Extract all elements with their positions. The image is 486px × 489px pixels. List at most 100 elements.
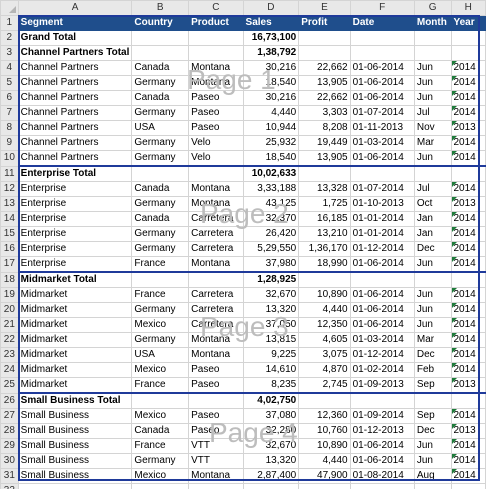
cell-d[interactable]: 13,320 (242, 302, 300, 318)
cell-f[interactable]: 01-10-2013 (349, 196, 415, 212)
cell-a[interactable]: Small Business (17, 408, 133, 424)
cell-b[interactable] (131, 271, 190, 288)
cell-g[interactable]: Jan (413, 226, 452, 242)
cell-b[interactable]: Germany (131, 196, 190, 212)
cell-e[interactable]: 4,605 (298, 332, 351, 348)
cell-h[interactable] (450, 392, 486, 409)
row-number[interactable]: 1 (0, 15, 19, 31)
cell-a[interactable] (17, 483, 133, 489)
cell-a[interactable]: Midmarket (17, 302, 133, 318)
cell-a[interactable]: Small Business (17, 423, 133, 439)
cell-a[interactable]: Small Business (17, 453, 133, 469)
cell-d[interactable]: 43,125 (242, 196, 300, 212)
row-number[interactable]: 16 (0, 241, 19, 257)
cell-c[interactable]: Paseo (188, 105, 244, 121)
cell-g[interactable]: Jun (413, 302, 452, 318)
cell-e[interactable]: 4,440 (298, 453, 351, 469)
cell-b[interactable]: Germany (131, 150, 190, 167)
cell-e[interactable]: 13,905 (298, 75, 351, 91)
header-cell-product[interactable]: Product (188, 15, 244, 31)
column-header-a[interactable]: A (17, 0, 133, 16)
cell-a[interactable]: Midmarket (17, 377, 133, 394)
cell-g[interactable]: Jun (413, 60, 452, 76)
cell-d[interactable]: 30,216 (242, 90, 300, 106)
cell-g[interactable]: Jun (413, 75, 452, 91)
cell-c[interactable] (188, 165, 244, 182)
header-cell-country[interactable]: Country (131, 15, 190, 31)
cell-c[interactable]: Paseo (188, 408, 244, 424)
cell-e[interactable]: 16,185 (298, 211, 351, 227)
cell-c[interactable]: Montana (188, 181, 244, 197)
cell-d[interactable]: 37,050 (242, 317, 300, 333)
cell-h[interactable] (450, 45, 486, 61)
cell-e[interactable]: 13,905 (298, 150, 351, 167)
cell-h[interactable]: 2013 (450, 423, 486, 439)
cell-h[interactable] (450, 30, 486, 46)
cell-c[interactable]: Montana (188, 347, 244, 363)
cell-a[interactable]: Midmarket (17, 347, 133, 363)
row-number[interactable]: 28 (0, 423, 19, 439)
cell-f[interactable]: 01-01-2014 (349, 226, 415, 242)
cell-f[interactable]: 01-06-2014 (349, 302, 415, 318)
cell-a[interactable]: Channel Partners (17, 90, 133, 106)
cell-d[interactable]: 8,235 (242, 377, 300, 394)
cell-c[interactable]: VTT (188, 453, 244, 469)
cell-h[interactable] (450, 483, 486, 489)
cell-d[interactable]: 1,28,925 (242, 271, 300, 288)
cell-e[interactable] (298, 483, 351, 489)
cell-g[interactable]: Dec (413, 423, 452, 439)
cell-b[interactable]: Canada (131, 60, 190, 76)
cell-f[interactable]: 01-06-2014 (349, 287, 415, 303)
row-number[interactable]: 22 (0, 332, 19, 348)
cell-d[interactable]: 25,932 (242, 135, 300, 151)
cell-d[interactable]: 13,815 (242, 332, 300, 348)
cell-g[interactable]: Mar (413, 332, 452, 348)
cell-c[interactable]: Carretera (188, 302, 244, 318)
cell-d[interactable]: 18,540 (242, 150, 300, 167)
cell-h[interactable]: 2014 (450, 438, 486, 454)
cell-d[interactable]: 32,670 (242, 287, 300, 303)
cell-c[interactable]: Paseo (188, 120, 244, 136)
cell-c[interactable]: Velo (188, 135, 244, 151)
cell-b[interactable]: France (131, 377, 190, 394)
cell-d[interactable]: 18,540 (242, 75, 300, 91)
cell-d[interactable] (242, 483, 300, 489)
cell-f[interactable]: 01-02-2014 (349, 362, 415, 378)
cell-d[interactable]: 32,280 (242, 423, 300, 439)
cell-d[interactable]: 13,320 (242, 453, 300, 469)
cell-a[interactable]: Midmarket (17, 332, 133, 348)
row-number[interactable]: 31 (0, 468, 19, 484)
cell-e[interactable]: 22,662 (298, 90, 351, 106)
cell-b[interactable]: Germany (131, 332, 190, 348)
cell-b[interactable]: France (131, 438, 190, 454)
cell-b[interactable]: Mexico (131, 362, 190, 378)
row-number[interactable]: 14 (0, 211, 19, 227)
cell-b[interactable]: Germany (131, 453, 190, 469)
column-header-b[interactable]: B (131, 0, 190, 16)
cell-c[interactable]: Paseo (188, 377, 244, 394)
cell-h[interactable]: 2013 (450, 377, 486, 394)
cell-d[interactable]: 14,610 (242, 362, 300, 378)
cell-e[interactable]: 12,350 (298, 317, 351, 333)
cell-c[interactable] (188, 483, 244, 489)
cell-b[interactable]: Germany (131, 226, 190, 242)
cell-d[interactable]: 37,980 (242, 256, 300, 273)
row-number[interactable]: 23 (0, 347, 19, 363)
cell-g[interactable]: Jul (413, 181, 452, 197)
row-number[interactable]: 2 (0, 30, 19, 46)
cell-h[interactable]: 2014 (450, 150, 486, 167)
cell-f[interactable]: 01-01-2014 (349, 211, 415, 227)
cell-c[interactable]: Montana (188, 468, 244, 484)
cell-b[interactable]: USA (131, 120, 190, 136)
column-header-f[interactable]: F (349, 0, 415, 16)
cell-b[interactable]: Germany (131, 75, 190, 91)
cell-f[interactable]: 01-06-2014 (349, 256, 415, 273)
cell-h[interactable]: 2014 (450, 181, 486, 197)
cell-c[interactable]: Paseo (188, 362, 244, 378)
cell-b[interactable]: Germany (131, 105, 190, 121)
cell-h[interactable]: 2014 (450, 241, 486, 257)
row-number[interactable]: 13 (0, 196, 19, 212)
cell-h[interactable]: 2014 (450, 362, 486, 378)
cell-h[interactable]: 2014 (450, 105, 486, 121)
cell-h[interactable]: 2014 (450, 468, 486, 484)
